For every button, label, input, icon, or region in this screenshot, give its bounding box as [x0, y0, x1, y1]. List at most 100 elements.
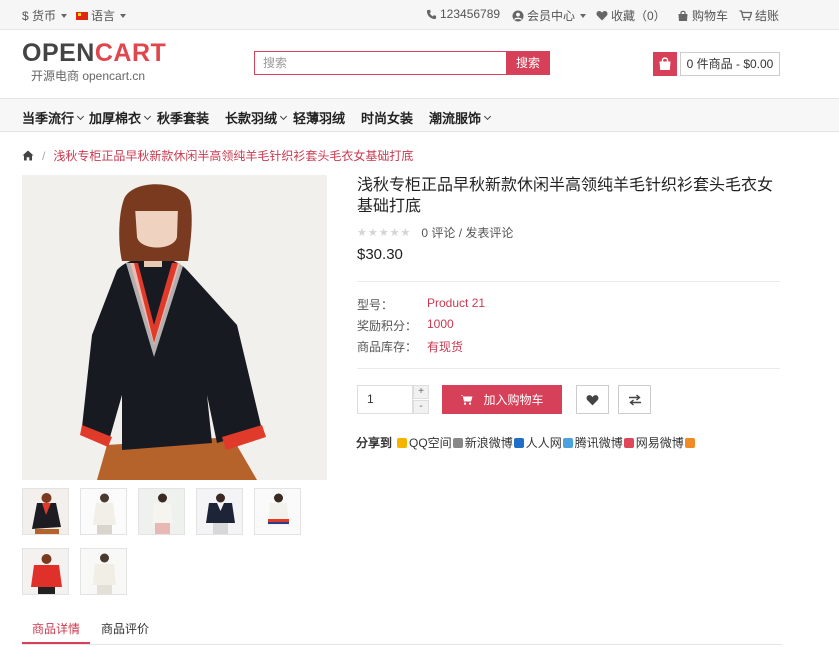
- product-thumbnail[interactable]: [138, 488, 185, 535]
- product-thumbnail[interactable]: [80, 488, 127, 535]
- qzone-icon: [397, 437, 408, 448]
- shopping-bag-icon: [678, 10, 688, 21]
- nav-item-long-down[interactable]: 长款羽绒: [225, 108, 288, 127]
- compare-button[interactable]: [618, 385, 651, 414]
- product-rating: ★ ★ ★ ★ ★ 0 评论 / 发表评论: [357, 224, 513, 241]
- chevron-down-icon: [143, 112, 152, 121]
- breadcrumb: / 浅秋专柜正品早秋新款休闲半高领纯羊毛针织衫套头毛衣女基础打底: [22, 147, 413, 164]
- netease-weibo-icon: [623, 437, 634, 448]
- share-netease-weibo[interactable]: 网易微博: [623, 434, 684, 451]
- star-icon: ★: [389, 226, 400, 239]
- share-bar: 分享到 QQ空间 新浪微博 人人网 腾讯微博 网易微博: [356, 434, 697, 451]
- product-thumbnail[interactable]: [22, 548, 69, 595]
- star-icon: ★: [400, 226, 411, 239]
- phone-icon: [426, 9, 437, 19]
- language-label: 语言: [91, 9, 116, 23]
- tab-reviews[interactable]: 商品评价: [101, 620, 149, 637]
- nav-item-light-down[interactable]: 轻薄羽绒: [293, 108, 345, 127]
- share-label: 分享到: [356, 436, 393, 450]
- nav-item-womens-fashion[interactable]: 时尚女装: [361, 108, 413, 127]
- product-thumbnail[interactable]: [196, 488, 243, 535]
- account-label: 会员中心: [527, 9, 576, 23]
- cart-summary-button[interactable]: 0 件商品 - $0.00: [680, 52, 780, 76]
- compare-arrows-icon: [628, 393, 641, 406]
- product-main-image[interactable]: [22, 175, 327, 480]
- more-share-icon[interactable]: [684, 437, 695, 448]
- language-dropdown[interactable]: 语言: [76, 7, 127, 24]
- cart-icon: [739, 10, 752, 21]
- rating-stars: ★ ★ ★ ★ ★: [357, 227, 410, 239]
- product-title: 浅秋专柜正品早秋新款休闲半高领纯羊毛针织衫套头毛衣女基础打底: [357, 177, 774, 215]
- china-flag-icon: [76, 11, 88, 20]
- quantity-decrement-button[interactable]: -: [413, 400, 429, 414]
- chevron-down-icon: [120, 13, 127, 18]
- site-logo[interactable]: OPENCART 开源电商 opencart.cn: [22, 39, 167, 83]
- cart-icon: [460, 395, 473, 405]
- tab-divider: [22, 644, 782, 645]
- spec-label-model: 型号：: [357, 298, 394, 312]
- add-to-wishlist-button[interactable]: [576, 385, 609, 414]
- divider: [357, 368, 780, 369]
- home-icon[interactable]: [22, 150, 34, 161]
- share-tencent-weibo[interactable]: 腾讯微博: [562, 434, 623, 451]
- search-input[interactable]: 搜索: [254, 51, 507, 75]
- nav-item-seasonal[interactable]: 当季流行: [22, 108, 85, 127]
- search-button[interactable]: 搜索: [506, 51, 550, 75]
- product-thumbnail[interactable]: [80, 548, 127, 595]
- review-links[interactable]: 0 评论 / 发表评论: [421, 224, 513, 241]
- cart-label: 购物车: [692, 9, 729, 23]
- nav-item-autumn-set[interactable]: 秋季套装: [157, 108, 209, 127]
- spec-label-stock: 商品库存：: [357, 340, 418, 354]
- tab-description[interactable]: 商品详情: [32, 620, 80, 637]
- quantity-increment-button[interactable]: +: [413, 385, 429, 399]
- currency-dropdown[interactable]: $ 货币: [22, 7, 68, 24]
- add-to-cart-button[interactable]: 加入购物车: [442, 385, 562, 414]
- heart-icon: [596, 11, 608, 21]
- heart-icon: [586, 394, 599, 405]
- active-tab-indicator: [22, 642, 90, 644]
- cart-dropdown-icon[interactable]: [653, 52, 677, 76]
- spec-value-model: Product 21: [427, 296, 486, 310]
- product-thumbnail[interactable]: [22, 488, 69, 535]
- spec-label-points: 奖励积分：: [357, 319, 418, 333]
- shopping-bag-icon: [659, 57, 671, 70]
- chevron-down-icon: [580, 13, 587, 18]
- logo-wordmark: OPENCART: [22, 39, 167, 67]
- product-price: $30.30: [357, 246, 403, 263]
- main-nav: 当季流行 加厚棉衣 秋季套装 长款羽绒 轻薄羽绒 时尚女装 潮流服饰: [0, 98, 839, 132]
- star-icon: ★: [378, 226, 389, 239]
- currency-label: $ 货币: [22, 9, 57, 23]
- spec-value-stock: 有现货: [427, 340, 464, 354]
- wishlist-label: 收藏（0）: [611, 9, 666, 23]
- tencent-weibo-icon: [562, 437, 573, 448]
- checkout-link[interactable]: 结账: [739, 7, 779, 24]
- chevron-down-icon: [279, 112, 288, 121]
- breadcrumb-separator: /: [42, 148, 46, 163]
- chevron-down-icon: [483, 112, 492, 121]
- wishlist-link[interactable]: 收藏（0）: [596, 7, 666, 24]
- nav-item-padded-coat[interactable]: 加厚棉衣: [89, 108, 152, 127]
- renren-icon: [513, 437, 524, 448]
- logo-subtitle: 开源电商 opencart.cn: [31, 69, 146, 83]
- top-bar: $ 货币 语言 123456789 会员中心 收藏（0） 购物车 结账: [0, 0, 839, 30]
- share-sina-weibo[interactable]: 新浪微博: [452, 434, 513, 451]
- phone-link[interactable]: 123456789: [426, 7, 500, 21]
- star-icon: ★: [357, 226, 367, 239]
- cart-link[interactable]: 购物车: [677, 7, 728, 24]
- checkout-label: 结账: [755, 9, 780, 23]
- divider: [357, 281, 780, 282]
- model-photo: [22, 175, 327, 480]
- share-renren[interactable]: 人人网: [513, 434, 562, 451]
- star-icon: ★: [367, 226, 378, 239]
- breadcrumb-current[interactable]: 浅秋专柜正品早秋新款休闲半高领纯羊毛针织衫套头毛衣女基础打底: [53, 147, 413, 164]
- quantity-input[interactable]: 1: [357, 385, 413, 414]
- user-icon: [512, 10, 524, 21]
- account-dropdown[interactable]: 会员中心: [512, 7, 587, 24]
- phone-number: 123456789: [440, 7, 501, 21]
- share-qzone[interactable]: QQ空间: [397, 434, 452, 451]
- chevron-down-icon: [61, 13, 68, 18]
- nav-item-trend-apparel[interactable]: 潮流服饰: [429, 108, 492, 127]
- chevron-down-icon: [76, 112, 85, 121]
- product-thumbnail[interactable]: [254, 488, 301, 535]
- spec-value-points: 1000: [427, 317, 454, 331]
